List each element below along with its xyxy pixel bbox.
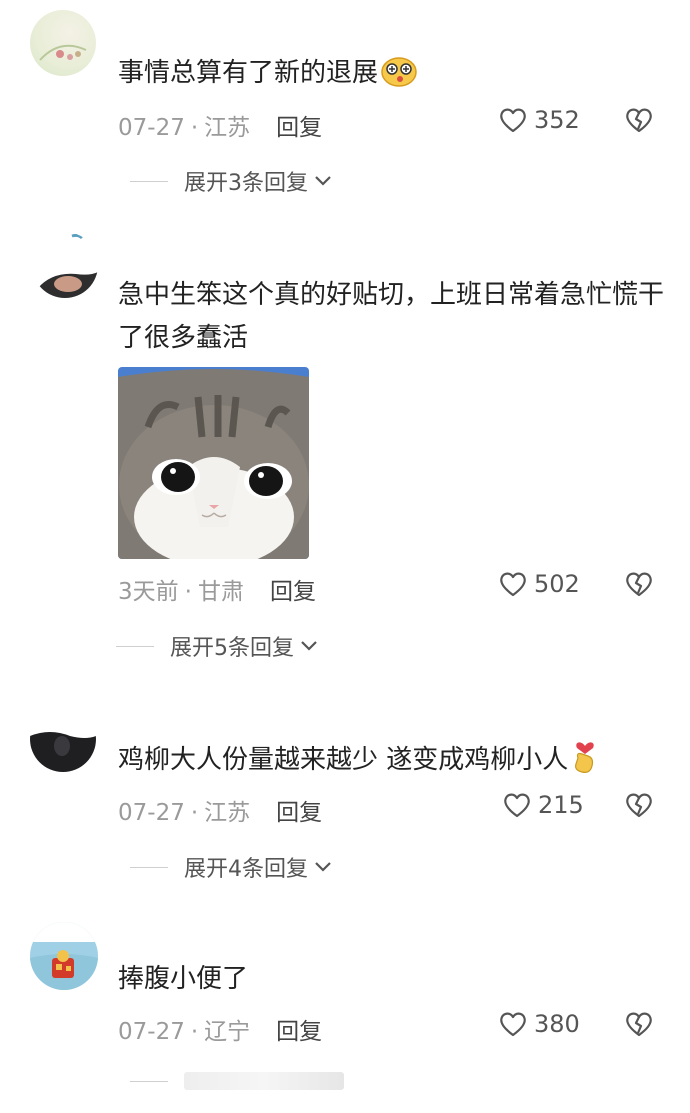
expand-replies-button-cropped[interactable] — [130, 1072, 344, 1090]
comment-text: 捧腹小便了 — [118, 958, 666, 1001]
reply-button[interactable]: 回复 — [276, 115, 322, 141]
comment-text-content: 事情总算有了新的退展 — [118, 58, 379, 88]
like-count: 352 — [534, 106, 580, 134]
dislike-button[interactable] — [624, 106, 654, 138]
heart-outline-icon — [500, 108, 526, 133]
comment-meta: 07-27 · 辽宁 回复 — [118, 1012, 322, 1046]
expand-replies-label: 展开3条回复 — [184, 171, 308, 196]
expand-replies-label: 展开5条回复 — [170, 636, 294, 661]
comment-date: 07-27 — [118, 115, 185, 141]
avatar[interactable] — [30, 706, 96, 772]
blurred-label-placeholder — [184, 1072, 344, 1090]
comment-text-content: 鸡柳大人份量越来越少 遂变成鸡柳小人 — [118, 745, 569, 775]
broken-heart-icon — [626, 793, 652, 818]
comment-meta: 07-27 · 江苏 回复 — [118, 793, 322, 827]
chevron-down-icon — [315, 176, 331, 186]
comment-location: 江苏 — [204, 115, 251, 141]
comment-location: 江苏 — [204, 800, 251, 826]
like-button[interactable]: 215 — [502, 791, 584, 819]
comment-text-content: 急中生笨这个真的好贴切，上班日常着急忙慌干了很多蠢活 — [118, 280, 665, 353]
comment-text: 急中生笨这个真的好贴切，上班日常着急忙慌干了很多蠢活 — [118, 274, 666, 360]
comment-text: 事情总算有了新的退展 — [118, 52, 666, 101]
comment-location: 甘肃 — [197, 579, 244, 605]
reply-button[interactable]: 回复 — [276, 1019, 322, 1045]
meta-separator: · — [190, 1019, 199, 1045]
expand-replies-button[interactable]: 展开3条回复 — [130, 165, 332, 197]
comment-date: 07-27 — [118, 800, 185, 826]
dislike-button[interactable] — [624, 1010, 654, 1042]
heart-outline-icon — [500, 1012, 526, 1037]
expand-replies-label: 展开4条回复 — [184, 857, 308, 882]
heart-outline-icon — [500, 572, 526, 597]
comment-meta: 3天前 · 甘肃 回复 — [118, 572, 316, 606]
reply-button[interactable]: 回复 — [270, 579, 316, 605]
like-count: 215 — [538, 791, 584, 819]
like-button[interactable]: 352 — [498, 106, 580, 134]
comment-meta: 07-27 · 江苏 回复 — [118, 108, 322, 142]
comment-date: 07-27 — [118, 1019, 185, 1045]
like-count: 380 — [534, 1010, 580, 1038]
meta-separator: · — [184, 579, 192, 605]
meta-separator: · — [190, 115, 199, 141]
reply-button[interactable]: 回复 — [276, 800, 322, 826]
divider-line — [116, 645, 154, 647]
finger-heart-emoji-icon — [570, 738, 600, 788]
expand-replies-button[interactable]: 展开4条回复 — [130, 851, 332, 883]
like-button[interactable]: 502 — [498, 570, 580, 598]
broken-heart-icon — [626, 572, 652, 597]
broken-heart-icon — [626, 1012, 652, 1037]
heart-outline-icon — [504, 793, 530, 818]
chevron-down-icon — [301, 641, 317, 651]
chevron-down-icon — [315, 862, 331, 872]
avatar[interactable] — [30, 922, 98, 990]
dizzy-face-emoji-icon — [380, 57, 418, 101]
comment-text: 鸡柳大人份量越来越少 遂变成鸡柳小人 — [118, 738, 666, 788]
comment-image-cat[interactable] — [118, 367, 309, 559]
divider-line — [130, 180, 168, 182]
comment-location: 辽宁 — [204, 1019, 251, 1045]
avatar[interactable] — [30, 10, 96, 76]
broken-heart-icon — [626, 108, 652, 133]
comment-text-content: 捧腹小便了 — [118, 964, 249, 994]
dislike-button[interactable] — [624, 570, 654, 602]
like-count: 502 — [534, 570, 580, 598]
like-button[interactable]: 380 — [498, 1010, 580, 1038]
meta-separator: · — [190, 800, 199, 826]
divider-line — [130, 866, 168, 868]
comment-date: 3天前 — [118, 579, 179, 605]
avatar[interactable] — [32, 232, 98, 298]
divider-line — [130, 1080, 168, 1082]
expand-replies-button[interactable]: 展开5条回复 — [116, 630, 318, 662]
dislike-button[interactable] — [624, 791, 654, 823]
